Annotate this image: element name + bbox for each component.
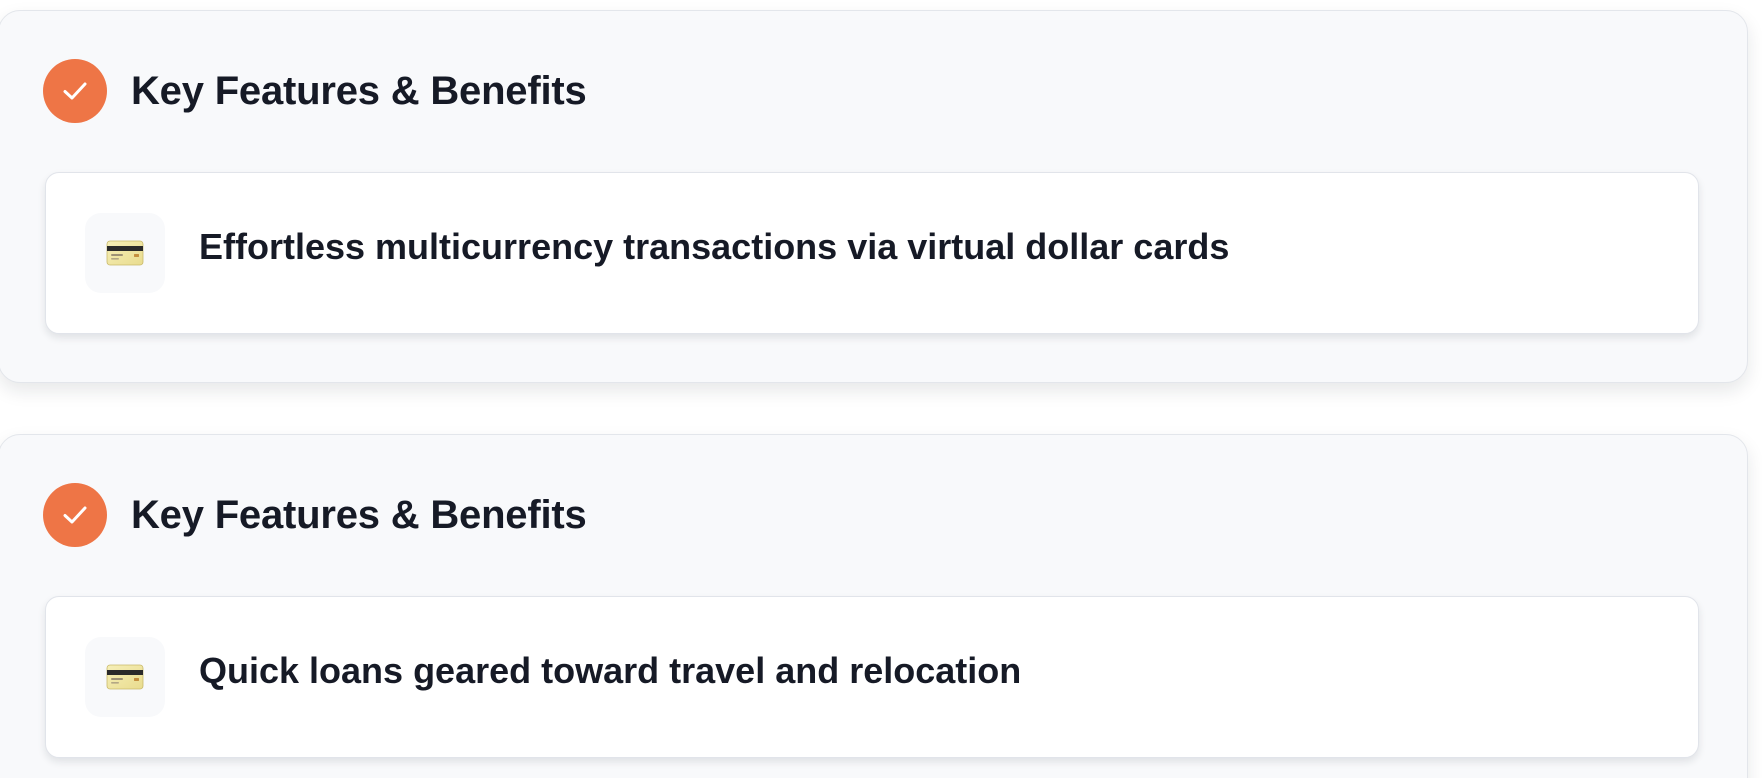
- check-icon: [43, 59, 107, 123]
- section-title: Key Features & Benefits: [131, 492, 587, 537]
- section-header: Key Features & Benefits: [43, 59, 587, 123]
- section-title: Key Features & Benefits: [131, 68, 587, 113]
- feature-card: Quick loans geared toward travel and rel…: [45, 596, 1699, 758]
- feature-text: Quick loans geared toward travel and rel…: [199, 650, 1022, 691]
- features-section: Key Features & Benefits: [0, 434, 1748, 778]
- section-header: Key Features & Benefits: [43, 483, 587, 547]
- feature-card: Effortless multicurrency transactions vi…: [45, 172, 1699, 334]
- credit-card-icon: [106, 240, 144, 266]
- credit-card-icon: [106, 664, 144, 690]
- feature-icon-container: [85, 637, 165, 717]
- check-icon: [43, 483, 107, 547]
- feature-text: Effortless multicurrency transactions vi…: [199, 226, 1230, 267]
- feature-icon-container: [85, 213, 165, 293]
- features-section: Key Features & Benefits: [0, 10, 1748, 383]
- features-page: Key Features & Benefits Effortless multi…: [0, 0, 1762, 778]
